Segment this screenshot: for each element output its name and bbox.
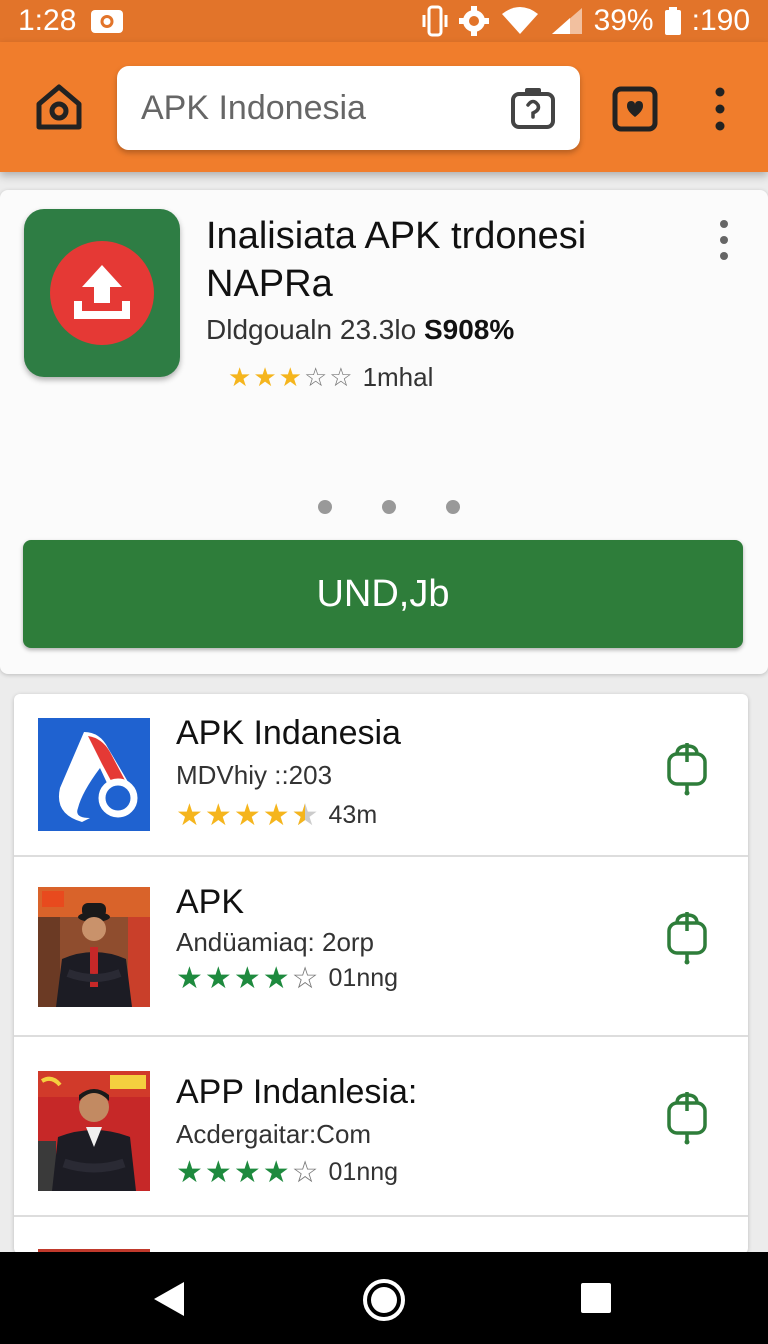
rating-stars: ★★★★☆ bbox=[176, 1155, 329, 1190]
wifi-icon bbox=[501, 7, 538, 34]
rating-stars: ★★★★☆ bbox=[176, 961, 329, 996]
overflow-menu-icon[interactable] bbox=[708, 86, 732, 132]
search-input[interactable]: APK Indonesia bbox=[141, 89, 510, 128]
download-icon[interactable] bbox=[664, 909, 710, 965]
app-rating: ★★★★★★ 43m bbox=[176, 798, 377, 833]
app-thumbnail bbox=[38, 718, 150, 831]
favorites-icon[interactable] bbox=[612, 86, 658, 132]
star-icon: ☆ bbox=[329, 362, 353, 392]
featured-app-rating: ★★★☆☆ 1mhal bbox=[228, 362, 433, 393]
list-item[interactable]: APK Indanesia MDVhiy ::203 ★★★★★★ 43m bbox=[14, 694, 748, 857]
featured-app-meta: Dldgoualn 23.3lo S908% bbox=[206, 314, 515, 345]
star-icon: ★ bbox=[233, 1156, 261, 1189]
rating-stars: ★★★☆☆ bbox=[228, 362, 363, 393]
search-field[interactable]: APK Indonesia bbox=[117, 66, 580, 150]
app-subtitle: Andüamiaq: 2orp bbox=[176, 927, 375, 957]
rating-count: 01nng bbox=[328, 964, 399, 992]
app-rating: ★★★★☆ 01nng bbox=[176, 961, 398, 996]
app-title: APK bbox=[176, 883, 245, 921]
star-icon: ☆ bbox=[291, 962, 319, 995]
featured-app-icon[interactable] bbox=[24, 209, 180, 377]
featured-app-size: S908% bbox=[423, 314, 515, 345]
person-photo bbox=[38, 1071, 150, 1191]
app-thumbnail bbox=[38, 1071, 150, 1191]
card-menu-icon[interactable] bbox=[716, 218, 732, 262]
star-icon: ★ bbox=[204, 962, 232, 995]
list-item[interactable] bbox=[14, 1217, 748, 1254]
star-icon: ★ bbox=[262, 799, 290, 832]
rating-stars: ★★★★★★ bbox=[176, 798, 329, 833]
battery-percent: 39% bbox=[593, 4, 654, 37]
upload-icon bbox=[50, 241, 154, 345]
back-icon[interactable] bbox=[152, 1280, 186, 1318]
app-subtitle: Acdergaitar:Com bbox=[176, 1119, 372, 1149]
droplet-logo-icon bbox=[58, 732, 138, 822]
status-extra: :190 bbox=[691, 4, 750, 37]
star-icon: ★ bbox=[262, 962, 290, 995]
download-icon[interactable] bbox=[664, 1089, 710, 1145]
star-icon: ★ bbox=[204, 799, 232, 832]
system-nav-bar bbox=[0, 1252, 768, 1344]
star-icon: ★ bbox=[176, 1156, 203, 1189]
star-icon: ★★ bbox=[291, 799, 319, 832]
rating-count: 1mhal bbox=[362, 362, 434, 392]
recents-icon[interactable] bbox=[580, 1282, 612, 1314]
camera-search-icon[interactable] bbox=[510, 85, 556, 131]
featured-app-card[interactable]: Inalisiata APK trdonesi NAPRa Dldgoualn … bbox=[0, 190, 768, 674]
app-title: APK Indanesia bbox=[176, 714, 401, 752]
app-rating: ★★★★☆ 01nng bbox=[176, 1155, 398, 1190]
app-list: APK Indanesia MDVhiy ::203 ★★★★★★ 43m bbox=[14, 694, 748, 1254]
star-icon: ★ bbox=[228, 362, 252, 392]
star-icon: ☆ bbox=[291, 1156, 319, 1189]
star-icon: ★ bbox=[176, 799, 203, 832]
star-icon: ★ bbox=[262, 1156, 290, 1189]
signal-icon bbox=[551, 8, 582, 34]
camera-notification-icon bbox=[91, 10, 124, 33]
install-button[interactable]: UND,Jb bbox=[23, 540, 743, 648]
list-item[interactable]: APP Indanlesia: Acdergaitar:Com ★★★★☆ 01… bbox=[14, 1037, 748, 1217]
star-icon: ★ bbox=[233, 962, 261, 995]
status-bar: 1:28 39%:190 bbox=[0, 0, 768, 42]
star-icon: ★ bbox=[204, 1156, 232, 1189]
battery-icon bbox=[664, 7, 681, 35]
carousel-dot[interactable] bbox=[446, 500, 460, 514]
vibrate-icon bbox=[422, 5, 448, 37]
app-thumbnail bbox=[38, 887, 150, 1007]
rating-count: 43m bbox=[328, 801, 378, 829]
star-icon: ★ bbox=[176, 962, 203, 995]
app-title: APP Indanlesia: bbox=[176, 1073, 418, 1111]
list-item[interactable]: APK Andüamiaq: 2orp ★★★★☆ 01nng bbox=[14, 857, 748, 1037]
star-icon: ★ bbox=[253, 362, 277, 392]
download-icon[interactable] bbox=[664, 740, 710, 796]
carousel-indicator[interactable] bbox=[318, 500, 460, 514]
gear-icon bbox=[458, 6, 489, 36]
home-icon[interactable] bbox=[34, 82, 84, 132]
nav-home-icon[interactable] bbox=[362, 1278, 406, 1322]
app-subtitle: MDVhiy ::203 bbox=[176, 760, 333, 790]
carousel-dot[interactable] bbox=[318, 500, 332, 514]
status-time: 1:28 bbox=[18, 4, 77, 37]
featured-app-title: Inalisiata APK trdonesi NAPRa bbox=[206, 215, 587, 305]
person-photo bbox=[38, 887, 150, 1007]
rating-count: 01nng bbox=[328, 1158, 399, 1186]
app-toolbar: APK Indonesia bbox=[0, 42, 768, 172]
star-icon: ★ bbox=[233, 799, 261, 832]
carousel-dot[interactable] bbox=[382, 500, 396, 514]
star-icon: ★ bbox=[278, 362, 302, 392]
star-icon: ☆ bbox=[303, 362, 328, 392]
